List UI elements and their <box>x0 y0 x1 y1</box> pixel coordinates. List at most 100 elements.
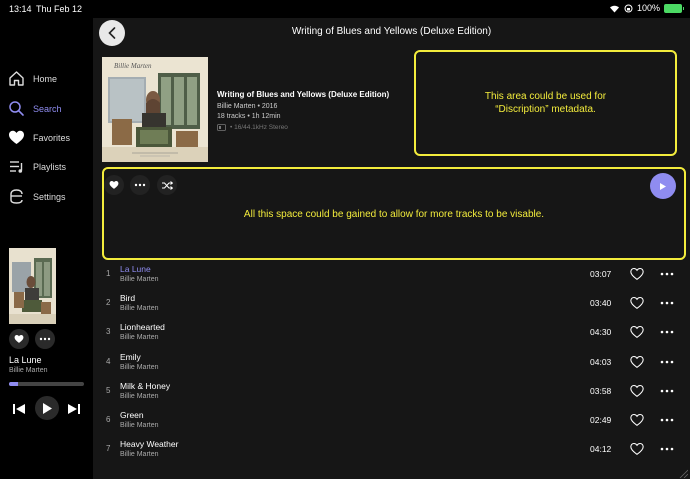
track-artist: Billie Marten <box>120 422 159 429</box>
table-row[interactable]: 6 Green Billie Marten 02:49 <box>93 407 690 436</box>
status-time: 13:14 <box>9 4 32 14</box>
track-number: 2 <box>106 298 111 308</box>
heart-icon <box>14 335 24 343</box>
track-number: 4 <box>106 356 111 366</box>
track-more-button[interactable] <box>660 325 674 339</box>
shuffle-button[interactable] <box>157 175 177 195</box>
track-favorite-button[interactable] <box>630 442 644 456</box>
track-favorite-button[interactable] <box>630 384 644 398</box>
more-icon <box>660 418 674 422</box>
table-row[interactable]: 2 Bird Billie Marten 03:40 <box>93 290 690 319</box>
track-artist: Billie Marten <box>120 334 159 342</box>
page-title: Writing of Blues and Yellows (Deluxe Edi… <box>291 26 492 37</box>
progress-fill <box>9 382 18 386</box>
status-date: Thu Feb 12 <box>36 4 83 14</box>
sidebar-item-label: Favorites <box>33 132 71 143</box>
track-title: Heavy Weather <box>120 439 179 450</box>
heart-outline-icon <box>630 443 644 456</box>
track-duration: 04:12 <box>590 444 612 455</box>
playback-progress-bar[interactable] <box>9 382 84 386</box>
table-row[interactable]: 4 Emily Billie Marten 04:03 <box>93 349 690 378</box>
album-name: Writing of Blues and Yellows (Deluxe Edi… <box>217 90 390 99</box>
more-icon <box>660 389 674 393</box>
album-cover: Billie Marten <box>102 57 208 162</box>
heart-icon <box>109 181 119 189</box>
track-artist: Billie Marten <box>120 363 159 371</box>
track-favorite-button[interactable] <box>630 325 644 339</box>
heart-outline-icon <box>630 267 644 281</box>
more-icon <box>660 447 674 451</box>
track-more-button[interactable] <box>660 355 674 369</box>
table-row[interactable]: 7 Heavy Weather Billie Marten 04:12 <box>93 436 690 465</box>
album-favorite-button[interactable] <box>104 175 124 195</box>
next-button[interactable] <box>67 403 81 415</box>
track-duration: 03:58 <box>590 385 612 396</box>
more-icon <box>660 272 674 276</box>
sidebar-item-settings[interactable]: Settings <box>8 188 66 205</box>
track-favorite-button[interactable] <box>630 296 644 310</box>
battery-icon <box>664 3 684 13</box>
annotation-space-text: All this space could be gained to allow … <box>243 209 545 220</box>
track-number: 7 <box>106 444 111 454</box>
cover-artist-text: Billie Marten <box>114 62 152 70</box>
track-duration: 04:03 <box>590 356 612 367</box>
play-icon <box>43 402 52 414</box>
sidebar-item-search[interactable]: Search <box>8 100 62 117</box>
sidebar-item-label: Settings <box>33 191 66 202</box>
track-more-button[interactable] <box>660 296 674 310</box>
annotation-description-box: This area could be used for “Discription… <box>414 50 677 156</box>
sidebar-item-label: Home <box>33 73 58 84</box>
heart-outline-icon <box>630 326 644 339</box>
album-info: Writing of Blues and Yellows (Deluxe Edi… <box>217 90 389 131</box>
table-row[interactable]: 5 Milk & Honey Billie Marten 03:58 <box>93 378 690 407</box>
track-favorite-button[interactable] <box>630 355 644 369</box>
track-duration: 03:40 <box>590 298 612 309</box>
track-more-button[interactable] <box>660 413 674 427</box>
sidebar-item-playlists[interactable]: Playlists <box>8 158 66 175</box>
audio-quality-icon <box>217 124 226 131</box>
next-icon <box>68 404 80 414</box>
sidebar: Home Search Favorites Playlists Settings <box>0 18 93 479</box>
track-favorite-button[interactable] <box>630 267 644 281</box>
track-number: 3 <box>106 327 111 337</box>
annotation-description-text: This area could be used for “Discription… <box>484 91 607 115</box>
sidebar-item-home[interactable]: Home <box>8 70 57 87</box>
heart-outline-icon <box>630 413 644 427</box>
previous-icon <box>13 404 25 414</box>
track-favorite-button[interactable] <box>630 413 644 427</box>
track-artist: Billie Marten <box>120 392 159 400</box>
track-title: Emily <box>120 351 141 362</box>
table-row[interactable]: 1 La Lune Billie Marten 03:07 <box>93 261 690 290</box>
track-title: Bird <box>120 293 136 304</box>
play-pause-button[interactable] <box>35 396 59 420</box>
status-bar: 13:14 Thu Feb 12 100% <box>0 0 690 18</box>
battery-percent: 100% <box>636 3 660 13</box>
album-more-button[interactable] <box>130 175 150 195</box>
track-artist: Billie Marten <box>120 451 159 459</box>
track-title: Lionhearted <box>120 322 165 333</box>
sidebar-item-favorites[interactable]: Favorites <box>8 129 70 146</box>
track-number: 6 <box>106 415 111 424</box>
home-icon <box>8 70 25 87</box>
track-more-button[interactable] <box>660 384 674 398</box>
previous-button[interactable] <box>12 403 26 415</box>
more-icon <box>134 183 146 187</box>
table-row[interactable]: 3 Lionhearted Billie Marten 04:30 <box>93 319 690 348</box>
more-icon <box>660 331 674 334</box>
more-icon <box>39 337 51 341</box>
orientation-lock-icon <box>624 4 633 12</box>
album-artist-year: Billie Marten • 2016 <box>217 103 278 110</box>
more-options-button[interactable] <box>35 329 55 349</box>
track-more-button[interactable] <box>660 442 674 456</box>
now-playing-artwork[interactable] <box>9 248 56 324</box>
favorite-button[interactable] <box>9 329 29 349</box>
track-duration: 02:49 <box>590 415 612 425</box>
heart-outline-icon <box>630 355 644 368</box>
resize-handle-icon <box>679 469 688 478</box>
more-icon <box>660 301 674 305</box>
album-format: • 16/44.1kHz Stereo <box>217 124 389 131</box>
track-more-button[interactable] <box>660 267 674 281</box>
now-playing-artist: Billie Marten <box>9 367 48 374</box>
album-play-button[interactable] <box>650 173 676 199</box>
heart-outline-icon <box>630 384 644 397</box>
